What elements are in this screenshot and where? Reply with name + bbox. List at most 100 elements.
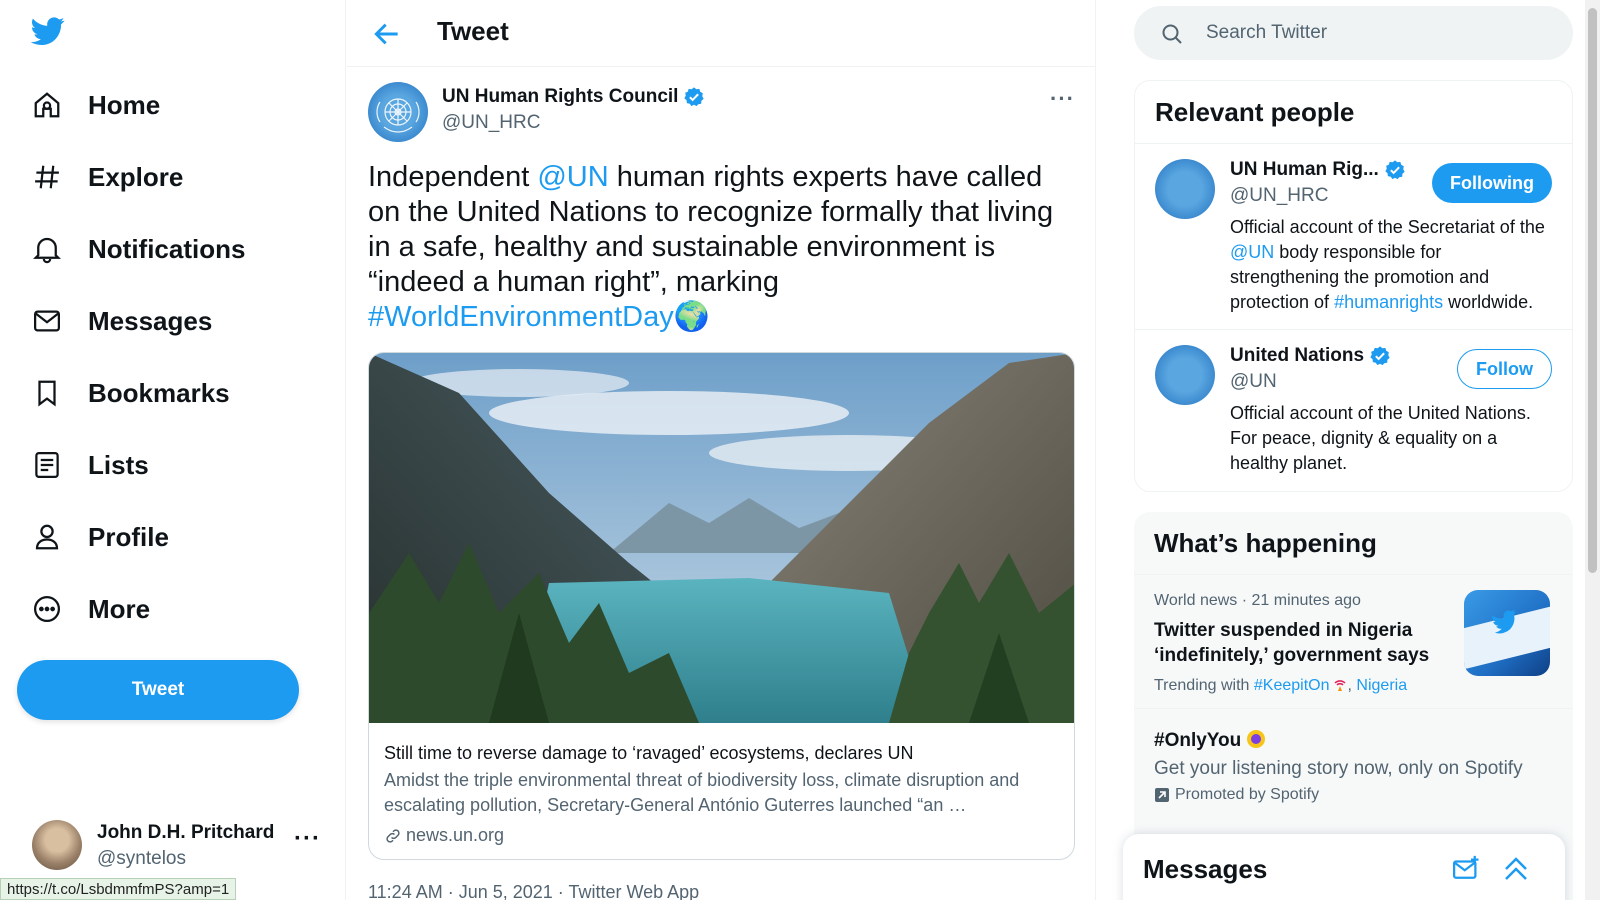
trend-subtitle: Get your listening story now, only on Sp… xyxy=(1154,758,1523,779)
hashtag-icon xyxy=(30,160,64,194)
avatar xyxy=(32,820,82,870)
tweet-button[interactable]: Tweet xyxy=(17,660,299,720)
trend-meta: World news · 21 minutes ago xyxy=(1154,592,1361,609)
person-name-text: United Nations xyxy=(1230,345,1365,366)
tweet-author-avatar[interactable] xyxy=(368,82,428,142)
follow-button[interactable]: Follow xyxy=(1457,349,1552,389)
nav-notifications-label: Notifications xyxy=(88,233,246,264)
nav-more[interactable]: More xyxy=(30,584,150,634)
bio-text: Official account of the Secretariat of t… xyxy=(1230,217,1545,237)
tweet-timestamp[interactable]: 11:24 AM · Jun 5, 2021 · Twitter Web App xyxy=(368,882,699,900)
search-box[interactable]: Search Twitter xyxy=(1134,6,1573,60)
app: Home Explore Notifications Messages Book… xyxy=(0,0,1600,900)
nav-lists-label: Lists xyxy=(88,449,149,480)
nav-notifications[interactable]: Notifications xyxy=(30,224,245,274)
person-name[interactable]: United Nations xyxy=(1230,345,1391,367)
tweet-text: Independent @UN human rights experts hav… xyxy=(368,160,1068,335)
link-card-description: Amidst the triple environmental threat o… xyxy=(384,770,1020,815)
spotify-emoji-icon xyxy=(1246,730,1265,748)
twitter-phone-image xyxy=(1464,606,1550,669)
list-icon xyxy=(30,448,64,482)
person-icon xyxy=(30,520,64,554)
status-bar-url: https://t.co/LsbdmmfmPS?amp=1 xyxy=(0,878,237,900)
twitter-logo-icon[interactable] xyxy=(28,14,68,48)
nav-profile[interactable]: Profile xyxy=(30,512,169,562)
search-icon xyxy=(1162,24,1182,44)
link-card-domain-text: news.un.org xyxy=(406,825,505,845)
trend-with: Trending with #KeepitOn, Nigeria xyxy=(1154,676,1407,695)
home-icon xyxy=(30,88,64,122)
nav-explore[interactable]: Explore xyxy=(30,152,183,202)
tweet-author-name[interactable]: UN Human Rights Council xyxy=(442,86,705,108)
trend-hashtag: #OnlyYou xyxy=(1154,730,1242,751)
account-more-icon[interactable]: ··· xyxy=(294,827,321,851)
person-bio: Official account of the United Nations. … xyxy=(1230,403,1531,473)
page-title: Tweet xyxy=(437,16,509,46)
tweet-hashtag-link[interactable]: #WorldEnvironmentDay xyxy=(368,301,674,333)
bio-mention-link[interactable]: @UN xyxy=(1230,242,1274,262)
back-arrow-icon[interactable] xyxy=(371,18,403,50)
account-name: John D.H. Pritchard xyxy=(97,822,275,843)
trend-title: #OnlyYou xyxy=(1154,730,1265,752)
link-icon xyxy=(386,828,400,843)
globe-emoji-icon: 🌍 xyxy=(673,301,710,333)
nav-home[interactable]: Home xyxy=(30,80,160,130)
search-input[interactable]: Search Twitter xyxy=(1206,22,1327,44)
person-bio: Official account of the Secretariat of t… xyxy=(1230,215,1555,315)
nav-bookmarks-label: Bookmarks xyxy=(88,377,230,408)
link-card-domain: news.un.org xyxy=(384,825,504,846)
avatar[interactable] xyxy=(1155,159,1215,219)
more-circle-icon xyxy=(30,592,64,626)
promoted-text: Promoted by Spotify xyxy=(1175,786,1320,803)
double-chevron-up-icon[interactable] xyxy=(1501,854,1531,884)
divider xyxy=(1134,708,1573,709)
nav-lists[interactable]: Lists xyxy=(30,440,149,490)
trend-with-label: Trending with xyxy=(1154,677,1254,694)
relevant-people-title: Relevant people xyxy=(1155,97,1355,127)
link-card-title: Still time to reverse damage to ‘ravaged… xyxy=(384,743,914,763)
person-name-text: UN Human Rig... xyxy=(1230,159,1379,180)
verified-badge-icon xyxy=(1370,346,1390,366)
divider xyxy=(1134,574,1573,575)
verified-badge-icon xyxy=(684,87,705,107)
nav-messages-label: Messages xyxy=(88,305,213,336)
tweet-author-handle[interactable]: @UN_HRC xyxy=(442,112,540,134)
promoted-icon xyxy=(1155,788,1169,802)
person-handle[interactable]: @UN_HRC xyxy=(1230,185,1328,207)
messages-drawer-title: Messages xyxy=(1143,854,1268,884)
tweet-mention-link[interactable]: @UN xyxy=(537,161,608,193)
page-scrollbar[interactable] xyxy=(1585,0,1600,900)
nav-home-label: Home xyxy=(88,89,161,120)
main-column: Tweet UN Human Rights Council @UN_HRC ··… xyxy=(347,0,1096,900)
person-name[interactable]: UN Human Rig... xyxy=(1230,159,1406,181)
person-card[interactable]: United Nations @UN Follow Official accou… xyxy=(1135,329,1572,491)
avatar[interactable] xyxy=(1155,345,1215,405)
bookmark-icon xyxy=(30,376,64,410)
trend-tag-link[interactable]: #KeepitOn xyxy=(1254,677,1330,694)
scrollbar-thumb[interactable] xyxy=(1588,8,1597,573)
promoted-label: Promoted by Spotify xyxy=(1154,786,1319,804)
trend-tag-link[interactable]: Nigeria xyxy=(1356,677,1407,694)
bio-text: worldwide. xyxy=(1443,292,1534,312)
left-nav: Home Explore Notifications Messages Book… xyxy=(0,0,346,900)
nav-bookmarks[interactable]: Bookmarks xyxy=(30,368,230,418)
bio-hashtag-link[interactable]: #humanrights xyxy=(1334,292,1443,312)
relevant-people-panel: Relevant people UN Human Rig... @UN_HRC … xyxy=(1134,80,1573,492)
tweet-text-part: Independent xyxy=(368,161,538,193)
messages-drawer[interactable]: Messages xyxy=(1123,834,1565,900)
person-handle[interactable]: @UN xyxy=(1230,371,1277,393)
bell-icon xyxy=(30,232,64,266)
nav-messages[interactable]: Messages xyxy=(30,296,212,346)
account-switcher[interactable]: John D.H. Pritchard @syntelos ··· xyxy=(32,818,332,870)
envelope-icon xyxy=(30,304,64,338)
un-emblem-icon xyxy=(376,98,420,133)
new-message-icon[interactable] xyxy=(1451,854,1481,884)
signal-emoji-icon xyxy=(1332,676,1348,692)
lake-mountains-image xyxy=(369,353,1074,723)
main-header: Tweet xyxy=(347,0,1096,67)
tweet-more-icon[interactable]: ··· xyxy=(1050,86,1075,112)
tweet-author-name-text: UN Human Rights Council xyxy=(442,86,679,107)
person-card[interactable]: UN Human Rig... @UN_HRC Following Offici… xyxy=(1135,143,1572,329)
link-card[interactable]: Still time to reverse damage to ‘ravaged… xyxy=(368,352,1075,860)
following-button[interactable]: Following xyxy=(1432,163,1552,203)
